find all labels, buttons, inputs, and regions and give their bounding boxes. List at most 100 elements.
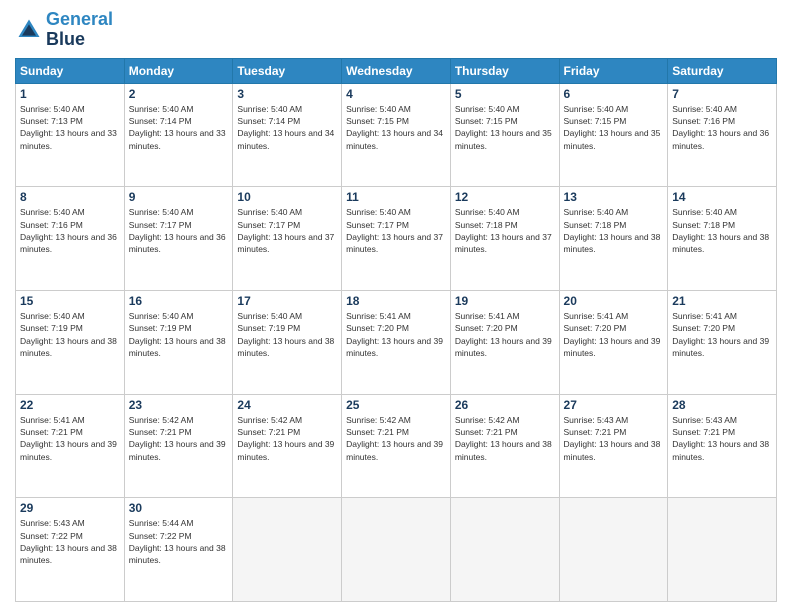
- table-row: 14 Sunrise: 5:40 AM Sunset: 7:18 PM Dayl…: [668, 187, 777, 291]
- day-info: Sunrise: 5:40 AM Sunset: 7:16 PM Dayligh…: [20, 206, 120, 255]
- table-row: 27 Sunrise: 5:43 AM Sunset: 7:21 PM Dayl…: [559, 394, 668, 498]
- table-row: 10 Sunrise: 5:40 AM Sunset: 7:17 PM Dayl…: [233, 187, 342, 291]
- day-number: 22: [20, 398, 120, 412]
- table-row: 24 Sunrise: 5:42 AM Sunset: 7:21 PM Dayl…: [233, 394, 342, 498]
- day-number: 5: [455, 87, 555, 101]
- table-row: 25 Sunrise: 5:42 AM Sunset: 7:21 PM Dayl…: [342, 394, 451, 498]
- table-row: [450, 498, 559, 602]
- day-number: 23: [129, 398, 229, 412]
- table-row: [668, 498, 777, 602]
- day-info: Sunrise: 5:41 AM Sunset: 7:20 PM Dayligh…: [564, 310, 664, 359]
- table-row: [233, 498, 342, 602]
- day-number: 28: [672, 398, 772, 412]
- table-row: 12 Sunrise: 5:40 AM Sunset: 7:18 PM Dayl…: [450, 187, 559, 291]
- col-monday: Monday: [124, 58, 233, 83]
- day-number: 3: [237, 87, 337, 101]
- day-number: 20: [564, 294, 664, 308]
- day-number: 29: [20, 501, 120, 515]
- table-row: 3 Sunrise: 5:40 AM Sunset: 7:14 PM Dayli…: [233, 83, 342, 187]
- day-number: 9: [129, 190, 229, 204]
- table-row: 20 Sunrise: 5:41 AM Sunset: 7:20 PM Dayl…: [559, 290, 668, 394]
- logo-icon: [15, 16, 43, 44]
- day-info: Sunrise: 5:40 AM Sunset: 7:16 PM Dayligh…: [672, 103, 772, 152]
- table-row: 26 Sunrise: 5:42 AM Sunset: 7:21 PM Dayl…: [450, 394, 559, 498]
- day-info: Sunrise: 5:40 AM Sunset: 7:13 PM Dayligh…: [20, 103, 120, 152]
- table-row: 16 Sunrise: 5:40 AM Sunset: 7:19 PM Dayl…: [124, 290, 233, 394]
- table-row: 11 Sunrise: 5:40 AM Sunset: 7:17 PM Dayl…: [342, 187, 451, 291]
- day-info: Sunrise: 5:40 AM Sunset: 7:17 PM Dayligh…: [237, 206, 337, 255]
- day-info: Sunrise: 5:43 AM Sunset: 7:22 PM Dayligh…: [20, 517, 120, 566]
- day-info: Sunrise: 5:41 AM Sunset: 7:20 PM Dayligh…: [455, 310, 555, 359]
- table-row: 17 Sunrise: 5:40 AM Sunset: 7:19 PM Dayl…: [233, 290, 342, 394]
- day-info: Sunrise: 5:40 AM Sunset: 7:15 PM Dayligh…: [564, 103, 664, 152]
- day-number: 6: [564, 87, 664, 101]
- table-row: 13 Sunrise: 5:40 AM Sunset: 7:18 PM Dayl…: [559, 187, 668, 291]
- day-number: 12: [455, 190, 555, 204]
- day-number: 14: [672, 190, 772, 204]
- table-row: 5 Sunrise: 5:40 AM Sunset: 7:15 PM Dayli…: [450, 83, 559, 187]
- page: General Blue Sunday Monday Tuesday Wedne…: [0, 0, 792, 612]
- table-row: 18 Sunrise: 5:41 AM Sunset: 7:20 PM Dayl…: [342, 290, 451, 394]
- day-info: Sunrise: 5:42 AM Sunset: 7:21 PM Dayligh…: [346, 414, 446, 463]
- table-row: 9 Sunrise: 5:40 AM Sunset: 7:17 PM Dayli…: [124, 187, 233, 291]
- day-info: Sunrise: 5:41 AM Sunset: 7:20 PM Dayligh…: [346, 310, 446, 359]
- day-info: Sunrise: 5:40 AM Sunset: 7:18 PM Dayligh…: [455, 206, 555, 255]
- day-info: Sunrise: 5:43 AM Sunset: 7:21 PM Dayligh…: [672, 414, 772, 463]
- day-number: 24: [237, 398, 337, 412]
- day-info: Sunrise: 5:40 AM Sunset: 7:19 PM Dayligh…: [237, 310, 337, 359]
- calendar-header-row: Sunday Monday Tuesday Wednesday Thursday…: [16, 58, 777, 83]
- day-info: Sunrise: 5:42 AM Sunset: 7:21 PM Dayligh…: [129, 414, 229, 463]
- day-number: 30: [129, 501, 229, 515]
- day-info: Sunrise: 5:40 AM Sunset: 7:18 PM Dayligh…: [672, 206, 772, 255]
- table-row: 15 Sunrise: 5:40 AM Sunset: 7:19 PM Dayl…: [16, 290, 125, 394]
- day-info: Sunrise: 5:44 AM Sunset: 7:22 PM Dayligh…: [129, 517, 229, 566]
- day-info: Sunrise: 5:40 AM Sunset: 7:14 PM Dayligh…: [237, 103, 337, 152]
- table-row: 22 Sunrise: 5:41 AM Sunset: 7:21 PM Dayl…: [16, 394, 125, 498]
- day-info: Sunrise: 5:40 AM Sunset: 7:19 PM Dayligh…: [129, 310, 229, 359]
- table-row: 1 Sunrise: 5:40 AM Sunset: 7:13 PM Dayli…: [16, 83, 125, 187]
- table-row: 28 Sunrise: 5:43 AM Sunset: 7:21 PM Dayl…: [668, 394, 777, 498]
- day-number: 26: [455, 398, 555, 412]
- day-number: 13: [564, 190, 664, 204]
- day-number: 2: [129, 87, 229, 101]
- table-row: 29 Sunrise: 5:43 AM Sunset: 7:22 PM Dayl…: [16, 498, 125, 602]
- col-saturday: Saturday: [668, 58, 777, 83]
- day-number: 18: [346, 294, 446, 308]
- table-row: 6 Sunrise: 5:40 AM Sunset: 7:15 PM Dayli…: [559, 83, 668, 187]
- day-info: Sunrise: 5:41 AM Sunset: 7:20 PM Dayligh…: [672, 310, 772, 359]
- table-row: [342, 498, 451, 602]
- day-number: 4: [346, 87, 446, 101]
- table-row: 8 Sunrise: 5:40 AM Sunset: 7:16 PM Dayli…: [16, 187, 125, 291]
- table-row: 21 Sunrise: 5:41 AM Sunset: 7:20 PM Dayl…: [668, 290, 777, 394]
- day-info: Sunrise: 5:42 AM Sunset: 7:21 PM Dayligh…: [237, 414, 337, 463]
- day-number: 7: [672, 87, 772, 101]
- day-info: Sunrise: 5:41 AM Sunset: 7:21 PM Dayligh…: [20, 414, 120, 463]
- col-thursday: Thursday: [450, 58, 559, 83]
- day-info: Sunrise: 5:42 AM Sunset: 7:21 PM Dayligh…: [455, 414, 555, 463]
- day-number: 10: [237, 190, 337, 204]
- day-number: 8: [20, 190, 120, 204]
- day-info: Sunrise: 5:40 AM Sunset: 7:15 PM Dayligh…: [346, 103, 446, 152]
- header: General Blue: [15, 10, 777, 50]
- day-number: 27: [564, 398, 664, 412]
- day-number: 19: [455, 294, 555, 308]
- day-info: Sunrise: 5:40 AM Sunset: 7:19 PM Dayligh…: [20, 310, 120, 359]
- day-info: Sunrise: 5:40 AM Sunset: 7:17 PM Dayligh…: [129, 206, 229, 255]
- day-info: Sunrise: 5:43 AM Sunset: 7:21 PM Dayligh…: [564, 414, 664, 463]
- col-friday: Friday: [559, 58, 668, 83]
- col-tuesday: Tuesday: [233, 58, 342, 83]
- day-info: Sunrise: 5:40 AM Sunset: 7:14 PM Dayligh…: [129, 103, 229, 152]
- day-number: 17: [237, 294, 337, 308]
- day-number: 1: [20, 87, 120, 101]
- calendar-table: Sunday Monday Tuesday Wednesday Thursday…: [15, 58, 777, 602]
- day-number: 21: [672, 294, 772, 308]
- table-row: 23 Sunrise: 5:42 AM Sunset: 7:21 PM Dayl…: [124, 394, 233, 498]
- day-info: Sunrise: 5:40 AM Sunset: 7:17 PM Dayligh…: [346, 206, 446, 255]
- day-info: Sunrise: 5:40 AM Sunset: 7:15 PM Dayligh…: [455, 103, 555, 152]
- day-number: 11: [346, 190, 446, 204]
- table-row: 2 Sunrise: 5:40 AM Sunset: 7:14 PM Dayli…: [124, 83, 233, 187]
- table-row: 4 Sunrise: 5:40 AM Sunset: 7:15 PM Dayli…: [342, 83, 451, 187]
- day-number: 25: [346, 398, 446, 412]
- day-number: 15: [20, 294, 120, 308]
- logo: General Blue: [15, 10, 113, 50]
